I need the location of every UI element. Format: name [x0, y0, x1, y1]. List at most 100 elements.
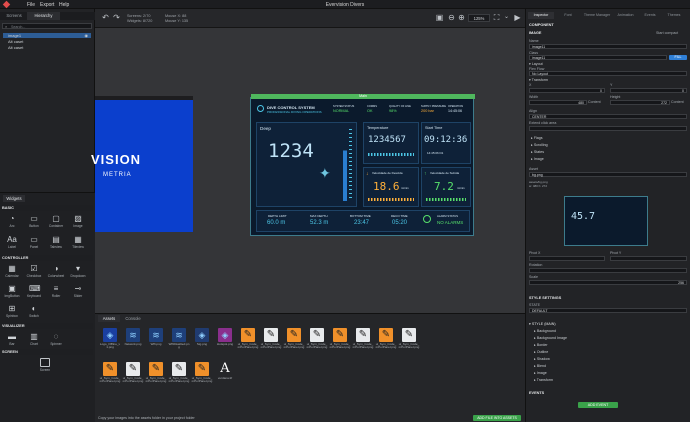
widget-tileview[interactable]: ▦ Tileview [69, 233, 87, 252]
asset-item[interactable]: Averdana.ttf [214, 361, 236, 397]
align-select[interactable]: CENTER [529, 114, 687, 119]
widget-label[interactable]: Aa Label [3, 233, 21, 252]
hierarchy-search[interactable]: ⌕ Search... [2, 23, 92, 29]
y-input[interactable]: 0 [610, 88, 687, 93]
pivot-x-input[interactable] [529, 256, 605, 261]
widget-slider[interactable]: ⊸ Slider [69, 282, 87, 301]
asset-item[interactable]: ◈ Sig.png [191, 327, 213, 363]
asset-item[interactable]: ≋ Wifi.png [145, 327, 167, 363]
group-flags[interactable]: ▸ Flags [531, 136, 543, 140]
eye-icon[interactable]: ◉ [85, 33, 89, 38]
section-basic[interactable]: BASIC [2, 205, 93, 211]
play-icon[interactable]: ▶ [513, 13, 522, 22]
widget-spinner[interactable]: ◌ Spinner [47, 330, 65, 349]
widget-imgbutton[interactable]: ▣ ImgButton [3, 282, 21, 301]
start-compact-toggle[interactable]: Start compact [656, 31, 678, 35]
tab-font[interactable]: Font [555, 12, 581, 19]
widget-bar[interactable]: ▬ Bar [3, 330, 21, 349]
widget-chart[interactable]: ▥ Chart [25, 330, 43, 349]
widget-tabview[interactable]: ▤ Tabview [47, 233, 65, 252]
x-input[interactable]: 0 [529, 88, 605, 93]
asset-select[interactable]: bg.png [529, 172, 687, 177]
chevron-down-icon[interactable]: ⌄ [502, 13, 511, 22]
section-screen[interactable]: SCREEN [2, 349, 93, 355]
widget-dropdown[interactable]: ▾ Dropdown [69, 262, 87, 281]
asset-item[interactable]: ✎ ui_Sym_Code_mPorPanel.png [191, 361, 213, 397]
search-input[interactable]: Search... [11, 25, 25, 29]
name-input[interactable]: image11 [529, 44, 687, 49]
widget-switch[interactable]: ◐ Switch [25, 302, 43, 321]
width-input[interactable]: 480 [529, 100, 587, 105]
tab-theme-manager[interactable]: Theme Manager [582, 12, 612, 19]
asset-item[interactable]: ✎ ui_Sym_Code_mPorPanel.png [99, 361, 121, 397]
width-unit[interactable]: Content [588, 100, 601, 104]
tab-events[interactable]: Events [639, 12, 661, 19]
height-unit[interactable]: Content [671, 100, 684, 104]
events-heading[interactable]: EVENTS [529, 391, 544, 395]
tab-console[interactable]: Console [122, 315, 144, 322]
widget-screen[interactable]: Screen [36, 356, 54, 375]
widget-colorwheel[interactable]: ◑ Colorwheel [47, 262, 65, 281]
asset-item[interactable]: ✎ ui_Sym_Code_mPorPanel.png [237, 327, 259, 363]
tree-item[interactable]: Alt caset [3, 45, 91, 50]
asset-item[interactable]: ✎ ui_Sym_Code_mPorPanel.png [375, 327, 397, 363]
pivot-y-input[interactable] [610, 256, 687, 261]
rotation-input[interactable] [529, 268, 687, 273]
add-file-button[interactable]: ADD FILE INTO ASSETS [473, 415, 521, 421]
tab-screens[interactable]: Screens [2, 12, 26, 20]
asset-item[interactable]: ✎ ui_Sym_Code_mPorPanel.png [329, 327, 351, 363]
style-item-transform[interactable]: ▸ Transform [534, 378, 553, 382]
widget-arc[interactable]: ◔ Arc [3, 212, 21, 231]
group-states[interactable]: ▸ States [531, 150, 544, 154]
style-item-shadow[interactable]: ▸ Shadow [534, 357, 550, 361]
asset-item[interactable]: ≋ WifiDisabled.png [168, 327, 190, 363]
redo-icon[interactable]: ↷ [112, 13, 121, 22]
asset-item[interactable]: ✎ ui_Sym_Code_mPorPanel.png [352, 327, 374, 363]
tab-animation[interactable]: Animation [613, 12, 638, 19]
add-event-button[interactable]: ADD EVENT [578, 402, 618, 408]
group-image[interactable]: ▸ Image [531, 157, 544, 161]
zoom-select[interactable]: 125% [468, 14, 490, 22]
style-settings-heading[interactable]: STYLE SETTINGS [529, 296, 561, 300]
preview-screen-blue[interactable]: VISION METRIA [91, 96, 193, 232]
style-item-blend[interactable]: ▸ Blend [534, 364, 546, 368]
tab-assets[interactable]: Assets [98, 315, 120, 322]
style-main-group[interactable]: ▾ STYLE (MAIN) [529, 322, 556, 326]
asset-item[interactable]: ◈ Hotspot.png [214, 327, 236, 363]
asset-item[interactable]: ✎ ui_Sym_Code_mPorPanel.png [260, 327, 282, 363]
asset-item[interactable]: ✎ ui_Sym_Code_mPorPanel.png [122, 361, 144, 397]
asset-item[interactable]: ✎ ui_Sym_Code_mPorPanel.png [145, 361, 167, 397]
tree-item[interactable]: Alt caset [3, 39, 91, 44]
height-input[interactable]: 272 [610, 100, 670, 105]
style-item-image[interactable]: ▸ Image [534, 371, 547, 375]
widget-keyboard[interactable]: ⌨ Keyboard [25, 282, 43, 301]
group-scrolling[interactable]: ▸ Scrolling [531, 143, 548, 147]
asset-item[interactable]: ✎ ui_Sym_Code_mPorPanel.png [306, 327, 328, 363]
tab-hierarchy[interactable]: Hierarchy [27, 12, 60, 20]
zoom-out-icon[interactable]: ⊖ [447, 13, 456, 22]
undo-icon[interactable]: ↶ [101, 13, 110, 22]
tree-item-image1[interactable]: image1 ◉ [3, 33, 91, 38]
asset-item[interactable]: ✎ ui_Sym_Code_mPorPanel.png [283, 327, 305, 363]
fit-screen-icon[interactable]: ⛶ [492, 13, 501, 22]
tab-inspector[interactable]: Inspector [528, 12, 554, 19]
widget-checkbox[interactable]: ☑ Checkbox [25, 262, 43, 281]
image-icon[interactable]: ▣ [435, 13, 444, 22]
widget-panel[interactable]: ▭ Panel [25, 233, 43, 252]
component-heading[interactable]: COMPONENT [529, 23, 554, 27]
zoom-in-icon[interactable]: ⊕ [457, 13, 466, 22]
style-item-background-image[interactable]: ▸ Background Image [534, 336, 567, 340]
transform-group[interactable]: ▾ Transform [529, 78, 548, 82]
main-screen[interactable]: Main DIVE CONTROL SYSTEM PROFESSIONAL DI… [250, 94, 475, 236]
section-controller[interactable]: CONTROLLER [2, 255, 93, 261]
widget-calendar[interactable]: ▦ Calendar [3, 262, 21, 281]
section-visualizer[interactable]: VISUALIZER [2, 323, 93, 329]
widget-button[interactable]: ▭ Button [25, 212, 43, 231]
fill-button[interactable]: FILL [669, 55, 687, 60]
state-select[interactable]: DEFAULT [529, 308, 687, 313]
widget-image[interactable]: ▨ Image [69, 212, 87, 231]
scale-input[interactable]: 256 [529, 280, 687, 285]
flex-select[interactable]: No Layout [529, 71, 687, 76]
widget-spinbox[interactable]: ⊞ Spinbox [3, 302, 21, 321]
class-input[interactable]: image11 [529, 55, 667, 60]
